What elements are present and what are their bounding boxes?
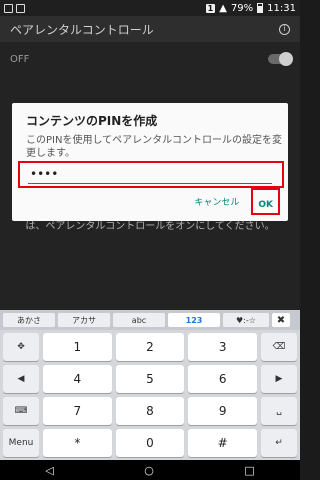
tab-numeric[interactable]: 123 — [168, 313, 220, 327]
key-0[interactable]: 0 — [115, 429, 185, 457]
parental-control-toggle[interactable] — [268, 52, 293, 66]
tab-katakana[interactable]: アカサ — [58, 313, 110, 327]
image-notification-icon — [4, 3, 13, 13]
key-7[interactable]: 7 — [43, 397, 112, 425]
key-hash[interactable]: # — [188, 429, 257, 457]
key-8[interactable]: 8 — [115, 397, 185, 425]
pin-field-highlight — [18, 161, 284, 188]
tab-alphabet[interactable]: abc — [113, 313, 165, 327]
navigation-bar: ◁ ○ □ — [0, 460, 300, 480]
signal-icon: ▲ — [219, 2, 227, 14]
ok-button[interactable]: OK — [258, 200, 273, 210]
sim-badge: 1 — [205, 3, 216, 13]
pin-input[interactable] — [28, 165, 272, 184]
keyboard-keys: ✥ 1 2 3 ⌫ ◀ 4 5 6 ▶ ⌨ 7 8 9 ␣ Menu * 0 #… — [3, 333, 297, 457]
home-icon[interactable]: ○ — [144, 464, 154, 477]
menu-button[interactable]: Menu — [3, 429, 39, 457]
cursor-right-icon[interactable]: ▶ — [260, 365, 297, 393]
background-instruction-text: は、ペアレンタルコントロールをオンにしてください。 — [25, 221, 275, 232]
keyboard-close-button[interactable]: ✖ — [272, 313, 290, 327]
dialog-actions: キャンセル OK — [188, 188, 280, 215]
key-3[interactable]: 3 — [188, 333, 257, 361]
recent-apps-icon[interactable]: □ — [244, 464, 254, 477]
cursor-left-icon[interactable]: ◀ — [3, 365, 39, 393]
key-star[interactable]: * — [43, 429, 112, 457]
space-icon[interactable]: ␣ — [260, 397, 297, 425]
cancel-button[interactable]: キャンセル — [188, 191, 245, 212]
clock: 11:31 — [267, 2, 296, 14]
info-icon[interactable]: i — [279, 23, 290, 35]
battery-icon — [257, 3, 264, 13]
create-pin-dialog: コンテンツのPINを作成 このPINを使用してペアレンタルコントロールの設定を変… — [12, 103, 288, 221]
key-9[interactable]: 9 — [188, 397, 257, 425]
enter-icon[interactable]: ↵ — [260, 429, 297, 457]
keyboard-tabs: あかさ アカサ abc 123 ♥:-☆ ✖ — [0, 310, 300, 330]
dialog-message: このPINを使用してペアレンタルコントロールの設定を変更します。 — [26, 135, 282, 159]
app-bar: ペアレンタルコントロール i — [0, 16, 300, 42]
key-5[interactable]: 5 — [115, 365, 185, 393]
tab-symbols[interactable]: ♥:-☆ — [223, 313, 269, 327]
status-right: 1 ▲ 79% 11:31 — [205, 2, 296, 14]
key-4[interactable]: 4 — [43, 365, 112, 393]
cursor-move-icon[interactable]: ✥ — [3, 333, 39, 361]
back-icon[interactable]: ◁ — [45, 464, 53, 477]
ok-button-highlight: OK — [251, 188, 280, 215]
page-title: ペアレンタルコントロール — [10, 22, 154, 37]
tab-hiragana[interactable]: あかさ — [3, 313, 55, 327]
dialog-title: コンテンツのPINを作成 — [26, 114, 158, 128]
keyboard-switch-icon[interactable]: ⌨ — [3, 397, 39, 425]
download-notification-icon — [16, 3, 25, 13]
key-1[interactable]: 1 — [43, 333, 112, 361]
battery-percent: 79% — [230, 2, 254, 14]
status-bar: 1 ▲ 79% 11:31 — [0, 0, 300, 16]
toggle-state-label: OFF — [10, 53, 30, 65]
status-left — [4, 3, 25, 13]
key-2[interactable]: 2 — [115, 333, 185, 361]
key-6[interactable]: 6 — [188, 365, 257, 393]
parental-control-toggle-row[interactable]: OFF — [0, 46, 300, 72]
backspace-icon[interactable]: ⌫ — [260, 333, 297, 361]
numeric-keyboard: あかさ アカサ abc 123 ♥:-☆ ✖ ✥ 1 2 3 ⌫ ◀ 4 5 6… — [0, 310, 300, 460]
